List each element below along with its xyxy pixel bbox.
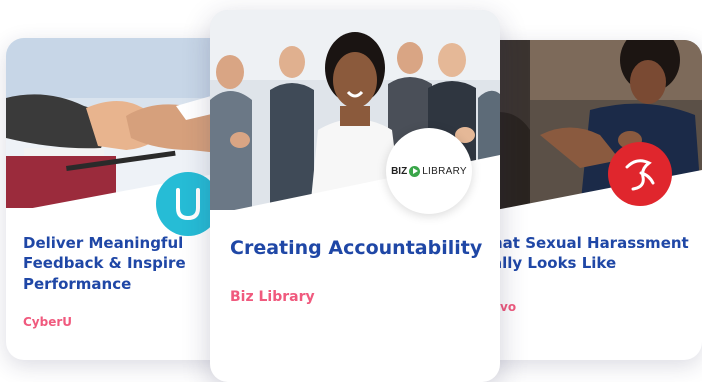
- provider-logo-icon: [608, 142, 672, 206]
- course-title[interactable]: Creating Accountability: [230, 236, 490, 262]
- course-provider: Biz Library: [230, 289, 315, 305]
- course-card-accountability[interactable]: BIZ LIBRARY Creating Accountability Biz …: [210, 10, 500, 382]
- logo-text-biz: BIZ: [391, 165, 408, 177]
- course-title-line-1: hat Sexual Harassment: [492, 234, 689, 252]
- logo-text-library: LIBRARY: [422, 165, 467, 177]
- course-title[interactable]: Deliver Meaningful Feedback & Inspire Pe…: [23, 233, 223, 294]
- course-provider: vo: [500, 300, 517, 314]
- bizlibrary-logo-icon: BIZ LIBRARY: [386, 128, 472, 214]
- course-title[interactable]: hat Sexual Harassment ally Looks Like: [492, 233, 702, 274]
- course-card-harassment[interactable]: hat Sexual Harassment ally Looks Like vo: [470, 40, 702, 360]
- course-title-line-2: ally Looks Like: [492, 254, 617, 273]
- play-icon: [409, 165, 421, 177]
- course-provider: CyberU: [23, 315, 73, 329]
